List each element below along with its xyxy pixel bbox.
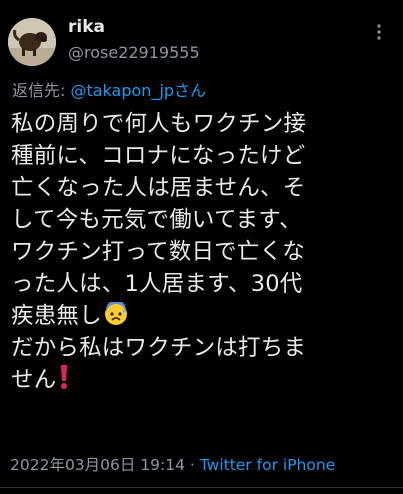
tweet-line: った人は、1人居ます、30代 [11,271,303,297]
reply-mention-link[interactable]: @takapon_jpさん [70,81,206,100]
tweet-card: rika @rose22919555 返信先: @takapon_jpさん 私の… [0,0,403,494]
tweet-line: 私の周りで何人もワクチン接 [11,111,307,137]
reply-suffix[interactable]: さん [174,81,206,100]
tweet-line: して今も元気で働いてます、 [11,207,302,233]
reply-mention[interactable]: @takapon_jp [70,81,174,100]
user-names: rika @rose22919555 [68,16,200,64]
meta-separator: · [185,456,200,474]
more-options-icon[interactable] [369,22,389,42]
tweet-line: ワクチン打って数日で亡くな [11,239,305,265]
tweet-source-link[interactable]: Twitter for iPhone [200,456,335,474]
tweet-meta: 2022年03月06日 19:14 · Twitter for iPhone [10,454,335,476]
reply-to: 返信先: @takapon_jpさん [12,80,206,102]
anxious-face-with-sweat-icon [104,300,128,335]
tweet-line-with-emoji: せん [11,364,397,396]
tweet-line-with-emoji: 疾患無し [11,300,397,332]
display-name[interactable]: rika [68,16,200,38]
red-exclamation-icon [58,364,70,399]
tweet-line-text: せん [11,367,57,393]
avatar[interactable] [8,18,56,66]
user-handle[interactable]: @rose22919555 [68,42,200,64]
tweet-line-text: 疾患無し [11,303,102,329]
tweet-line: 亡くなった人は居ません、そ [11,175,306,201]
divider [0,487,403,488]
tweet-timestamp[interactable]: 2022年03月06日 19:14 [10,456,185,474]
tweet-line: だから私はワクチンは打ちま [11,335,307,361]
tweet-line: 種前に、コロナになったけど [11,143,306,169]
tweet-text: 私の周りで何人もワクチン接 種前に、コロナになったけど 亡くなった人は居ません、… [11,108,397,396]
tweet-header: rika @rose22919555 [8,12,395,66]
reply-prefix: 返信先: [12,81,71,100]
